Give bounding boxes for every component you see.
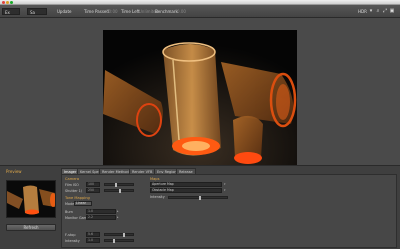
film-iso-slider-knob[interactable] bbox=[115, 183, 117, 187]
fullscreen-icon[interactable]: ▣ bbox=[389, 9, 395, 14]
map-intensity-slider[interactable] bbox=[168, 196, 228, 200]
mode-label: Mode bbox=[65, 202, 75, 206]
intensity-slider-knob[interactable] bbox=[113, 239, 115, 243]
time-left-label: Time Left bbox=[121, 9, 140, 14]
tone-mapping-section-title: Tone Mapping bbox=[65, 196, 90, 200]
preview-title: Preview bbox=[6, 169, 22, 174]
close-window-button[interactable] bbox=[2, 1, 5, 4]
toolbar: Ex Sa Update Time Passed 00:00 Time Left… bbox=[0, 5, 400, 18]
mode-select[interactable]: Linear bbox=[74, 201, 92, 206]
fstop-slider-knob[interactable] bbox=[123, 233, 125, 237]
burn-input[interactable]: 1.0 bbox=[86, 209, 116, 214]
zoom-icon[interactable]: ⌕ bbox=[375, 9, 381, 14]
map-intensity-slider-knob[interactable] bbox=[199, 196, 201, 200]
shutter-slider[interactable] bbox=[104, 189, 134, 193]
intensity-slider[interactable] bbox=[104, 239, 134, 243]
film-iso-label: Film ISO bbox=[65, 183, 79, 187]
refresh-preview-button[interactable]: Refresh bbox=[6, 224, 56, 231]
obstacle-map-field[interactable]: Obstacle Map bbox=[150, 188, 222, 193]
exposure-field-label: Ex bbox=[5, 10, 10, 15]
fit-icon[interactable]: ⤢ bbox=[382, 9, 388, 14]
preview-thumbnail-image bbox=[7, 181, 55, 217]
fstop-slider[interactable] bbox=[104, 233, 134, 237]
mode-select-value: Linear bbox=[76, 201, 86, 205]
maximize-window-button[interactable] bbox=[10, 1, 13, 4]
time-passed-value: 00:00 bbox=[106, 9, 118, 14]
minimize-window-button[interactable] bbox=[6, 1, 9, 4]
render-image[interactable] bbox=[103, 30, 297, 178]
settings-panel: Preview Refresh Imager Kernel Spec Rende… bbox=[0, 165, 400, 249]
benchmark-value: 0.00 bbox=[177, 9, 186, 14]
maps-section-title: Maps bbox=[150, 177, 160, 181]
fstop-input[interactable]: 5.6 bbox=[86, 232, 100, 237]
render-viewport bbox=[0, 18, 400, 178]
burn-arrow-icon[interactable]: ▸ bbox=[117, 209, 119, 213]
fstop-label: F-stop bbox=[65, 233, 76, 237]
imager-settings: Camera Film ISO 100 Shutter 1/ 250 Tone … bbox=[61, 174, 397, 248]
save-icon[interactable]: ▾ bbox=[368, 9, 374, 14]
benchmark-label: Benchmark bbox=[155, 9, 178, 14]
rendered-glasses-image bbox=[103, 30, 297, 178]
shutter-input[interactable]: 250 bbox=[86, 188, 100, 193]
intensity-label: Intensity bbox=[65, 239, 80, 243]
obstacle-map-arrow-icon[interactable]: ▾ bbox=[224, 188, 226, 192]
gamma-arrow-icon[interactable]: ▸ bbox=[117, 215, 119, 219]
monitor-gamma-input[interactable]: 2.2 bbox=[86, 215, 116, 220]
shutter-slider-knob[interactable] bbox=[119, 189, 121, 193]
hdr-label[interactable]: HDR bbox=[358, 8, 367, 15]
film-iso-slider[interactable] bbox=[104, 183, 134, 187]
shutter-label: Shutter 1/ bbox=[65, 189, 82, 193]
burn-label: Burn bbox=[65, 210, 73, 214]
aperture-map-arrow-icon[interactable]: ▾ bbox=[224, 182, 226, 186]
update-button[interactable]: Update bbox=[57, 8, 72, 15]
camera-section-title: Camera bbox=[65, 177, 80, 181]
intensity-input[interactable]: 1.0 bbox=[86, 238, 100, 243]
aperture-map-field[interactable]: Aperture Map bbox=[150, 182, 222, 187]
map-intensity-label: Intensity bbox=[150, 195, 165, 199]
exposure-field[interactable]: Ex bbox=[2, 8, 20, 15]
samples-field[interactable]: Sa bbox=[27, 8, 47, 15]
film-iso-input[interactable]: 100 bbox=[86, 182, 100, 187]
samples-field-label: Sa bbox=[30, 10, 35, 15]
preview-thumbnail bbox=[6, 180, 56, 218]
